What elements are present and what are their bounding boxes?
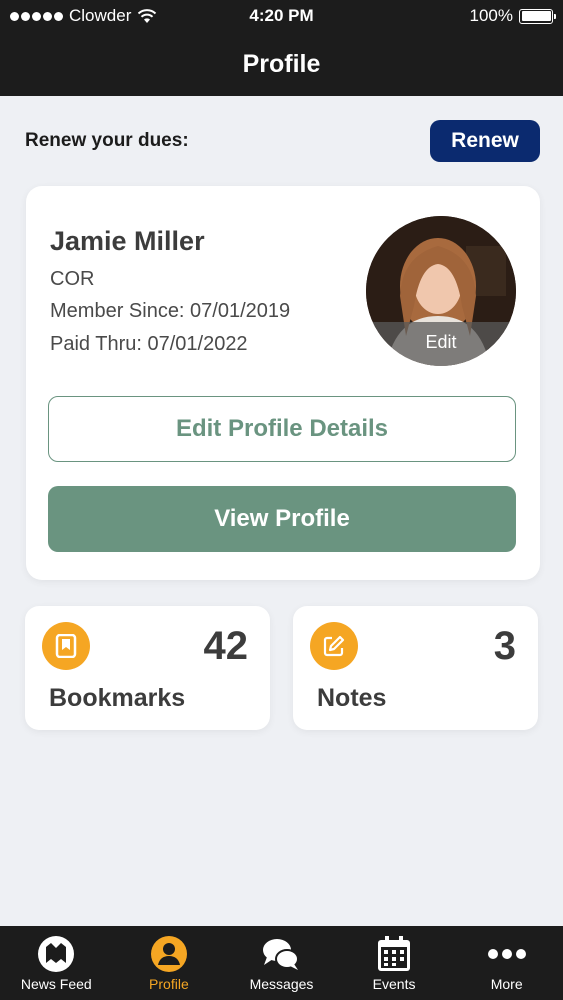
nav-bar: Profile	[0, 32, 563, 96]
more-dots-icon	[487, 934, 527, 974]
notes-count: 3	[493, 624, 516, 668]
view-profile-button[interactable]: View Profile	[48, 486, 516, 552]
bookmark-icon	[42, 622, 90, 670]
notes-card[interactable]: 3 Notes	[293, 606, 538, 730]
tab-events[interactable]: Events	[338, 926, 451, 1000]
bookmarks-count: 42	[203, 624, 249, 668]
bookmarks-label: Bookmarks	[49, 684, 186, 712]
tab-profile[interactable]: Profile	[113, 926, 226, 1000]
tab-news-feed[interactable]: News Feed	[0, 926, 113, 1000]
calendar-icon	[374, 934, 414, 974]
tab-label: More	[490, 976, 523, 992]
chat-bubbles-icon	[261, 934, 301, 974]
tab-label: News Feed	[20, 976, 92, 992]
edit-profile-details-button[interactable]: Edit Profile Details	[48, 396, 516, 462]
page-title: Profile	[242, 49, 321, 78]
news-feed-logo-icon	[36, 934, 76, 974]
member-since: Member Since: 07/01/2019	[50, 300, 291, 322]
status-bar: Clowder 4:20 PM 100%	[0, 0, 563, 32]
avatar[interactable]: Edit	[366, 216, 516, 366]
member-name: Jamie Miller	[50, 226, 205, 256]
profile-card: Jamie Miller COR Member Since: 07/01/201…	[26, 186, 540, 580]
avatar-edit-button[interactable]: Edit	[366, 322, 516, 366]
tab-messages[interactable]: Messages	[225, 926, 338, 1000]
user-icon	[149, 934, 189, 974]
bookmarks-card[interactable]: 42 Bookmarks	[25, 606, 270, 730]
member-title: COR	[50, 268, 95, 290]
battery-icon	[519, 8, 556, 24]
status-right: 100%	[469, 6, 556, 26]
renew-button[interactable]: Renew	[430, 120, 540, 162]
paid-thru: Paid Thru: 07/01/2022	[50, 333, 248, 355]
renew-dues-label: Renew your dues:	[25, 130, 189, 151]
tab-bar: News Feed Profile Messages Events More	[0, 926, 563, 1000]
edit-note-icon	[310, 622, 358, 670]
battery-percent: 100%	[469, 6, 513, 25]
tab-more[interactable]: More	[450, 926, 563, 1000]
tab-label: Events	[372, 976, 416, 992]
notes-label: Notes	[317, 684, 387, 712]
tab-label: Messages	[249, 976, 314, 992]
tab-label: Profile	[149, 976, 189, 992]
